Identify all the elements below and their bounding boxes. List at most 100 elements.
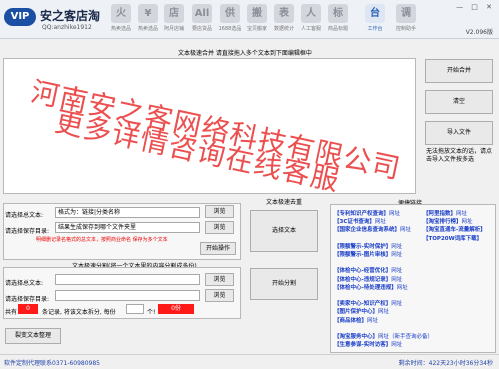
quick-link-name: 【阿里指数】 bbox=[423, 211, 457, 217]
quick-link[interactable]: 【阿里指数】网址 bbox=[423, 209, 467, 217]
toolbar-item-0[interactable]: 火热卖选品 bbox=[108, 4, 134, 35]
quick-link-name: 【淘宝直通车-流量解析】 bbox=[423, 227, 486, 234]
dedup-save-label: 请选择保存目录: bbox=[5, 228, 50, 235]
toolbar-item-8[interactable]: 标商品标题 bbox=[325, 4, 351, 35]
quick-link-tail: 网址 bbox=[396, 284, 408, 291]
split-per-part-input[interactable] bbox=[126, 304, 144, 314]
quick-link[interactable]: 【专利知识产权查询】网址 bbox=[334, 209, 400, 217]
quick-link[interactable]: 【体检中心-违规记录】网址 bbox=[334, 275, 402, 283]
toolbar-label: 商品标题 bbox=[327, 26, 348, 32]
toolbar-item-4[interactable]: 供 1688选品 bbox=[217, 4, 243, 35]
toolbar-label: 1688选品 bbox=[218, 26, 242, 32]
start-merge-button[interactable]: 开始合并 bbox=[425, 59, 493, 83]
start-split-button[interactable]: 开始分割 bbox=[250, 268, 318, 300]
clear-button[interactable]: 清空 bbox=[425, 90, 493, 114]
remaining-time: 剩余时间：422天23小时36分34秒 bbox=[398, 360, 493, 367]
app-title: 安之客店淘 bbox=[40, 9, 101, 23]
quick-link[interactable]: 【限额警示-图片审核】网址 bbox=[334, 250, 402, 258]
toolbar-item-2[interactable]: 店阿月店铺 bbox=[161, 4, 187, 35]
split-save-input[interactable] bbox=[55, 290, 200, 301]
quick-link-tail: 网址 bbox=[391, 252, 403, 258]
quick-link-name: 【体检中心-待处理违规】 bbox=[334, 284, 397, 291]
split-count-prefix: 共有 bbox=[5, 309, 18, 316]
quick-link-tail: 网址 bbox=[391, 276, 403, 283]
choose-text-button[interactable]: 选择文本 bbox=[250, 210, 318, 252]
split-save-label: 请选择保存目录: bbox=[5, 296, 50, 303]
toolbar-label: 数据统计 bbox=[273, 26, 294, 32]
toolbar-label: 人工客服 bbox=[300, 26, 321, 32]
toolbar-item-3[interactable]: All 要店货品 bbox=[189, 4, 215, 35]
window-controls[interactable]: — □ ✕ bbox=[456, 3, 495, 11]
quick-link[interactable]: 【商品体检】网址 bbox=[334, 316, 378, 324]
vip-logo-badge: VIP bbox=[4, 8, 36, 26]
toolbar-icon: All bbox=[192, 4, 212, 23]
quick-link-name: 【淘宝排行榜】 bbox=[423, 219, 462, 226]
split-source-input[interactable] bbox=[55, 274, 200, 285]
quick-link-tail: 网址 bbox=[391, 342, 403, 349]
quick-link[interactable]: 【国家企业信息查询系统】网址 bbox=[334, 225, 411, 233]
quick-link-name: 【3C证书查询】 bbox=[334, 219, 375, 226]
toolbar-label: 宝贝搬家 bbox=[246, 26, 267, 32]
quick-link[interactable]: 【淘宝直通车-流量解析】 bbox=[423, 225, 486, 233]
import-file-button[interactable]: 导入文件 bbox=[425, 121, 493, 145]
quick-link[interactable]: 【生意参谋-实时访客】网址 bbox=[334, 340, 402, 348]
app-subtitle: QQ:anzhike1912 bbox=[42, 24, 92, 31]
toolbar-icon: ¥ bbox=[138, 4, 158, 23]
contact-info: 软件定制代理联系0371-60980985 bbox=[4, 360, 100, 367]
dedup-warning: 明细删记录名格式的总文本，按照商业命名 保存为多个文本 bbox=[36, 237, 168, 243]
split-browse-save-button[interactable]: 浏览 bbox=[205, 289, 234, 302]
dedup-browse-save-button[interactable]: 浏览 bbox=[205, 221, 234, 234]
split-result-count: 0份 bbox=[158, 304, 194, 314]
quick-link[interactable]: 【TOP20W词库下载】 bbox=[423, 234, 482, 242]
quick-link-tail: 网址（新手查询必备） bbox=[378, 334, 434, 340]
toolbar-icon: 表 bbox=[274, 4, 294, 23]
dedup-browse-source-button[interactable]: 浏览 bbox=[205, 205, 234, 218]
split-count-suffix: 个! bbox=[147, 309, 156, 316]
status-bar: 软件定制代理联系0371-60980985 剩余时间：422天23小时36分34… bbox=[0, 354, 499, 369]
toolbar-icon: 标 bbox=[328, 4, 348, 23]
toolbar-item-1[interactable]: ¥ 热卖选品 bbox=[135, 4, 161, 35]
import-hint: 无法拖放文本的话，请点击导入文件按多选 bbox=[426, 148, 493, 163]
quick-link[interactable]: 【体检中心-经营优化】网址 bbox=[334, 266, 402, 274]
quick-link-name: 【生意参谋-实时访客】 bbox=[334, 342, 392, 349]
quick-link[interactable]: 【卖家中心-知识产权】网址 bbox=[334, 299, 402, 307]
version-label: V2.096版 bbox=[465, 29, 493, 36]
dedup-save-input[interactable]: 结果生成保存到哪个文件夹里 bbox=[55, 222, 200, 233]
quick-link-tail: 网址 bbox=[367, 317, 379, 324]
dedup-source-input[interactable]: 格式为：链接|分类名称 bbox=[55, 207, 200, 218]
quick-link-name: 【卖家中心-知识产权】 bbox=[334, 301, 392, 308]
toolbar-item-6[interactable]: 表数据统计 bbox=[271, 4, 297, 35]
toolbar-icon: 人 bbox=[301, 4, 321, 23]
toolbar-item-7[interactable]: 人人工客服 bbox=[298, 4, 324, 35]
split-browse-source-button[interactable]: 浏览 bbox=[205, 273, 234, 286]
quick-link-name: 【体检中心-违规记录】 bbox=[334, 276, 392, 283]
toolbar-item-5[interactable]: 搬宝贝搬家 bbox=[244, 4, 270, 35]
quick-link-name: 【淘宝服务中心】 bbox=[334, 334, 379, 340]
text-cleanup-button[interactable]: 裂变文本整理 bbox=[5, 328, 61, 344]
quick-link-tail: 网址 bbox=[374, 219, 386, 226]
toolbar-item-9[interactable]: 台工作台 bbox=[362, 4, 388, 35]
toolbar-icon: 台 bbox=[365, 4, 385, 23]
quick-link[interactable]: 【3C证书查询】网址 bbox=[334, 217, 386, 225]
split-count-mid: 条记录, 将该文本拆分, 每份 bbox=[42, 309, 116, 316]
merge-header: 文本极速合并 请直接拖入多个文本到下面编辑框中 bbox=[178, 50, 312, 57]
quick-link[interactable]: 【体检中心-待处理违规】网址 bbox=[334, 283, 408, 291]
toolbar-label: 热卖选品 bbox=[137, 26, 158, 32]
quick-link[interactable]: 【图片保护中心】网址 bbox=[334, 307, 389, 315]
toolbar-item-10[interactable]: 调控制助手 bbox=[393, 4, 419, 35]
toolbar-label: 控制助手 bbox=[395, 26, 416, 32]
quick-link-name: 【限额警示-图片审核】 bbox=[334, 252, 392, 258]
quick-link-name: 【图片保护中心】 bbox=[334, 309, 379, 316]
quick-link-name: 【商品体检】 bbox=[334, 317, 368, 324]
quick-link-tail: 网址 bbox=[461, 219, 473, 226]
quick-link[interactable]: 【限额警示-实时保护】网址 bbox=[334, 242, 402, 250]
split-record-count: 0 bbox=[18, 304, 38, 314]
quick-link[interactable]: 【淘宝服务中心】网址（新手查询必备） bbox=[334, 332, 433, 340]
dedup-start-button[interactable]: 开始操作 bbox=[200, 242, 236, 255]
toolbar-icon: 火 bbox=[111, 4, 131, 23]
quick-link-name: 【TOP20W词库下载】 bbox=[423, 235, 483, 242]
quick-link[interactable]: 【淘宝排行榜】网址 bbox=[423, 217, 473, 225]
toolbar-icon: 供 bbox=[220, 4, 240, 23]
toolbar-icon: 搬 bbox=[247, 4, 267, 23]
quick-link-tail: 网址 bbox=[391, 243, 403, 250]
